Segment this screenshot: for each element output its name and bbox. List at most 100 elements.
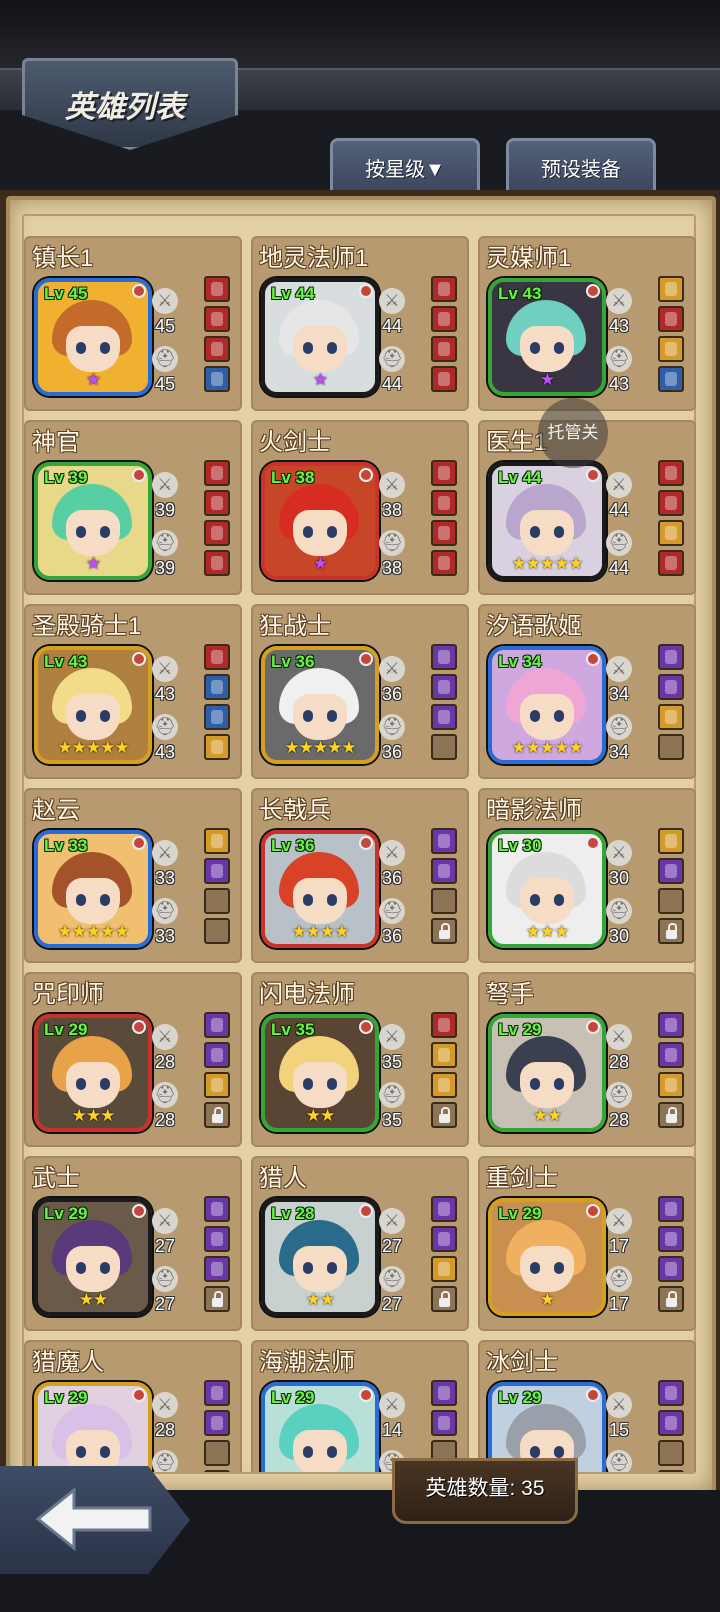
equip-slot[interactable] [204, 1410, 230, 1436]
equip-slot[interactable] [658, 644, 684, 670]
equip-slot[interactable] [658, 306, 684, 332]
equip-slot[interactable] [431, 1380, 457, 1406]
equip-slot[interactable] [658, 674, 684, 700]
hero-card[interactable]: 重剑士 Lv 29 ★ ⚔ 17 ⛑ 17 [478, 1156, 696, 1331]
equip-slot[interactable] [431, 276, 457, 302]
equip-slot[interactable] [658, 1380, 684, 1406]
equip-slot[interactable] [658, 1012, 684, 1038]
equip-slot[interactable] [658, 1256, 684, 1282]
hero-card[interactable]: 咒印师 Lv 29 ★★★ ⚔ 28 ⛑ 28 [24, 972, 242, 1147]
locked-slot[interactable] [204, 1102, 230, 1128]
hero-card[interactable]: 冰剑士 Lv 29 ⚔ 15 ⛑ [478, 1340, 696, 1472]
empty-equip-slot[interactable] [658, 1470, 684, 1472]
equip-slot[interactable] [431, 1012, 457, 1038]
hero-card[interactable]: 猎人 Lv 28 ★★ ⚔ 27 ⛑ 27 [251, 1156, 469, 1331]
hero-portrait[interactable]: Lv 35 ★★ [261, 1014, 379, 1132]
equip-slot[interactable] [431, 336, 457, 362]
hero-card[interactable]: 灵媒师1 Lv 43 ★ ⚔ 43 ⛑ 43 [478, 236, 696, 411]
equip-slot[interactable] [431, 1072, 457, 1098]
hero-portrait[interactable]: Lv 43 ★ [488, 278, 606, 396]
equip-slot[interactable] [431, 1196, 457, 1222]
hero-card[interactable]: 镇长1 Lv 45 ★ ⚔ 45 ⛑ 45 [24, 236, 242, 411]
hero-portrait[interactable]: Lv 44 ★ [261, 278, 379, 396]
hero-portrait[interactable]: Lv 30 ★★★ [488, 830, 606, 948]
empty-equip-slot[interactable] [204, 888, 230, 914]
equip-slot[interactable] [204, 1042, 230, 1068]
empty-equip-slot[interactable] [431, 888, 457, 914]
equip-slot[interactable] [658, 520, 684, 546]
equip-slot[interactable] [431, 1256, 457, 1282]
hero-portrait[interactable]: Lv 45 ★ [34, 278, 152, 396]
locked-slot[interactable] [204, 1286, 230, 1312]
equip-slot[interactable] [431, 828, 457, 854]
equip-slot[interactable] [658, 366, 684, 392]
equip-slot[interactable] [658, 1042, 684, 1068]
hero-card[interactable]: 弩手 Lv 29 ★★ ⚔ 28 ⛑ 28 [478, 972, 696, 1147]
equip-slot[interactable] [658, 858, 684, 884]
equip-slot[interactable] [658, 1196, 684, 1222]
hero-portrait[interactable]: Lv 44 ★★★★★ [488, 462, 606, 580]
equip-slot[interactable] [204, 336, 230, 362]
hero-portrait[interactable]: Lv 29 [34, 1382, 152, 1472]
equip-slot[interactable] [204, 550, 230, 576]
hero-card[interactable]: 长戟兵 Lv 36 ★★★★ ⚔ 36 ⛑ 36 [251, 788, 469, 963]
equip-slot[interactable] [658, 1410, 684, 1436]
hero-card[interactable]: 圣殿骑士1 Lv 43 ★★★★★ ⚔ 43 ⛑ 43 [24, 604, 242, 779]
equip-slot[interactable] [204, 858, 230, 884]
hero-card[interactable]: 闪电法师 Lv 35 ★★ ⚔ 35 ⛑ 35 [251, 972, 469, 1147]
equip-slot[interactable] [204, 1012, 230, 1038]
hero-card[interactable]: 汐语歌姬 Lv 34 ★★★★★ ⚔ 34 ⛑ 34 [478, 604, 696, 779]
hero-portrait[interactable]: Lv 29 ★★ [488, 1014, 606, 1132]
hosted-toggle-button[interactable]: 托管关 [538, 398, 608, 468]
equip-slot[interactable] [204, 674, 230, 700]
equip-slot[interactable] [204, 644, 230, 670]
locked-slot[interactable] [431, 918, 457, 944]
equip-slot[interactable] [658, 704, 684, 730]
empty-equip-slot[interactable] [431, 734, 457, 760]
hero-portrait[interactable]: Lv 43 ★★★★★ [34, 646, 152, 764]
equip-slot[interactable] [204, 1196, 230, 1222]
hero-card[interactable]: 暗影法师 Lv 30 ★★★ ⚔ 30 ⛑ 30 [478, 788, 696, 963]
locked-slot[interactable] [658, 1102, 684, 1128]
equip-slot[interactable] [431, 306, 457, 332]
equip-slot[interactable] [431, 366, 457, 392]
empty-equip-slot[interactable] [204, 918, 230, 944]
equip-slot[interactable] [204, 306, 230, 332]
hero-portrait[interactable]: Lv 29 [261, 1382, 379, 1472]
hero-card[interactable]: 猎魔人 Lv 29 ⚔ 28 ⛑ [24, 1340, 242, 1472]
equip-slot[interactable] [658, 1226, 684, 1252]
equip-slot[interactable] [431, 674, 457, 700]
equip-slot[interactable] [658, 490, 684, 516]
equip-slot[interactable] [658, 828, 684, 854]
equip-slot[interactable] [204, 366, 230, 392]
equip-slot[interactable] [431, 550, 457, 576]
equip-slot[interactable] [204, 276, 230, 302]
hero-card[interactable]: 赵云 Lv 33 ★★★★★ ⚔ 33 ⛑ 33 [24, 788, 242, 963]
equip-slot[interactable] [658, 336, 684, 362]
locked-slot[interactable] [658, 1286, 684, 1312]
equip-slot[interactable] [204, 520, 230, 546]
hero-portrait[interactable]: Lv 28 ★★ [261, 1198, 379, 1316]
equip-slot[interactable] [658, 550, 684, 576]
hero-portrait[interactable]: Lv 29 ★★ [34, 1198, 152, 1316]
hero-portrait[interactable]: Lv 29 ★ [488, 1198, 606, 1316]
equip-slot[interactable] [204, 1226, 230, 1252]
equip-slot[interactable] [431, 460, 457, 486]
hero-portrait[interactable]: Lv 34 ★★★★★ [488, 646, 606, 764]
hero-card[interactable]: 火剑士 Lv 38 ★ ⚔ 38 ⛑ 38 [251, 420, 469, 595]
empty-equip-slot[interactable] [658, 888, 684, 914]
equip-slot[interactable] [658, 276, 684, 302]
equip-slot[interactable] [431, 1042, 457, 1068]
equip-slot[interactable] [204, 828, 230, 854]
equip-slot[interactable] [204, 1380, 230, 1406]
locked-slot[interactable] [431, 1286, 457, 1312]
equip-slot[interactable] [204, 704, 230, 730]
hero-card[interactable]: 狂战士 Lv 36 ★★★★★ ⚔ 36 ⛑ 36 [251, 604, 469, 779]
empty-equip-slot[interactable] [204, 1440, 230, 1466]
equip-slot[interactable] [658, 460, 684, 486]
equip-slot[interactable] [204, 734, 230, 760]
hero-card[interactable]: 海潮法师Lv 29⚔14⛑ [251, 1340, 469, 1472]
hero-card[interactable]: 武士 Lv 29 ★★ ⚔ 27 ⛑ 27 [24, 1156, 242, 1331]
empty-equip-slot[interactable] [204, 1470, 230, 1472]
equip-slot[interactable] [431, 520, 457, 546]
